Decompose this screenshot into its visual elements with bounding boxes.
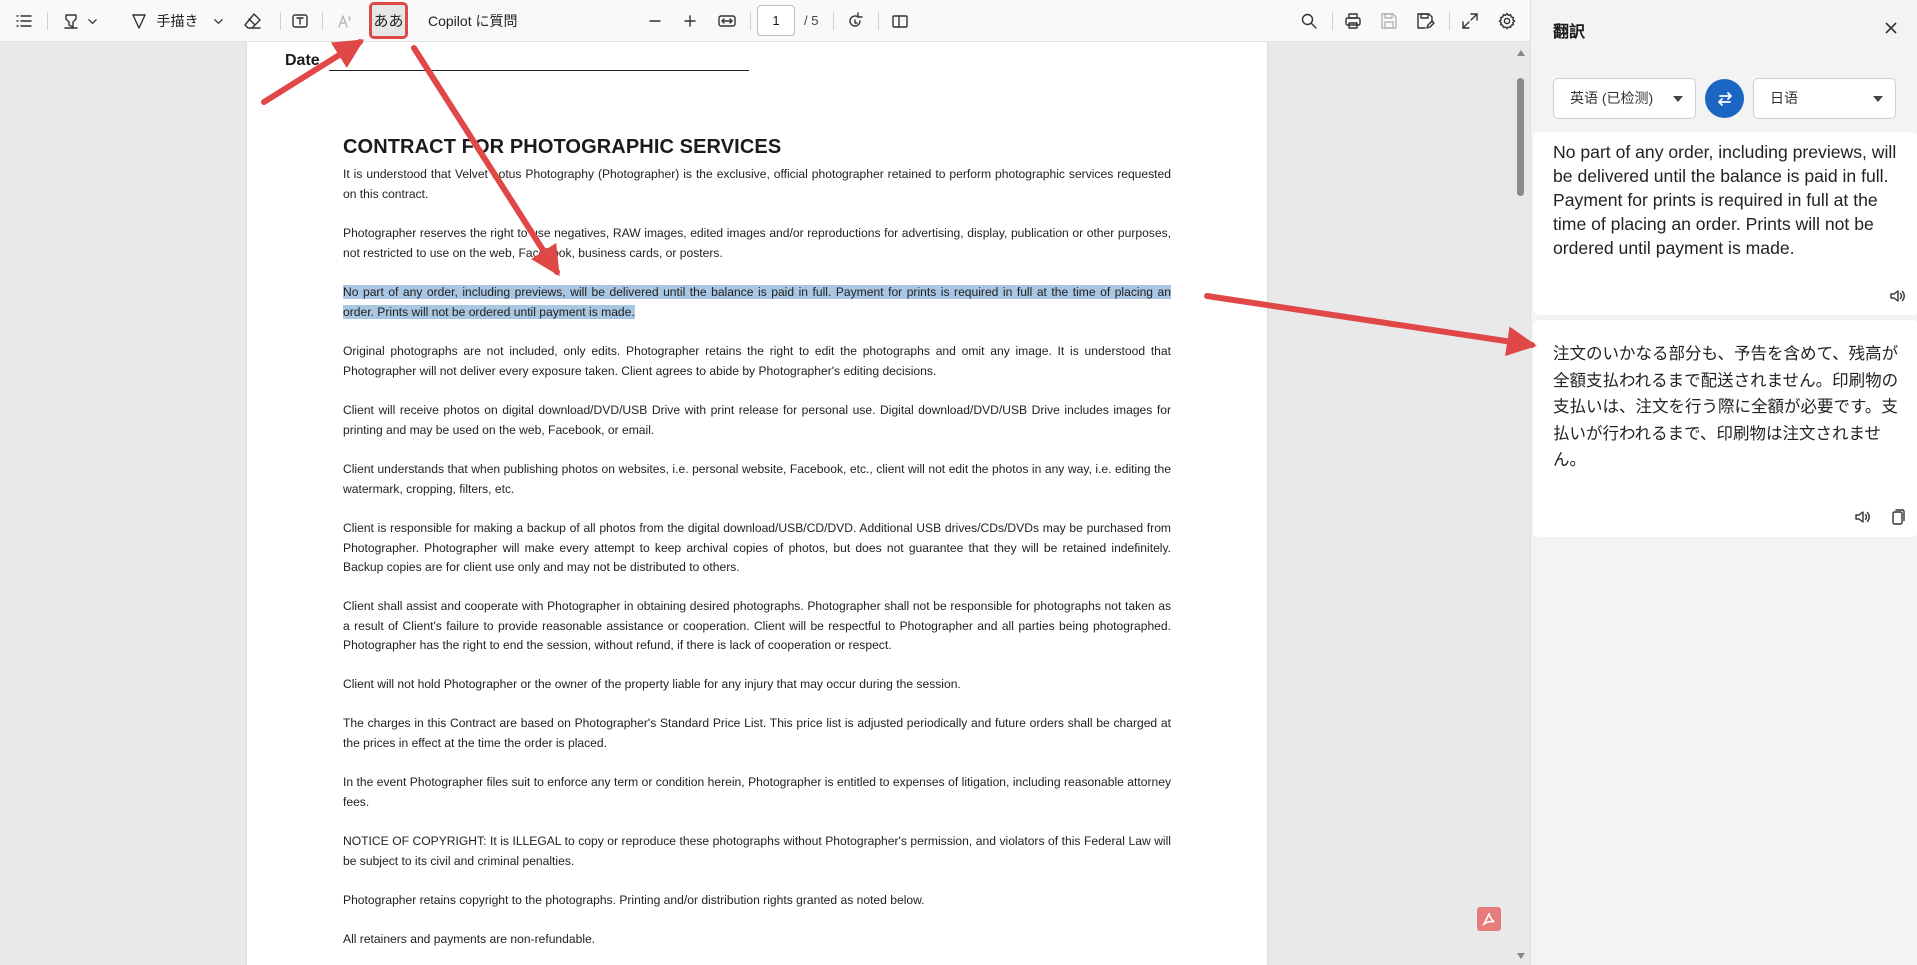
document-title: CONTRACT FOR PHOTOGRAPHIC SERVICES <box>343 136 782 158</box>
translation-speaker-button[interactable] <box>1851 506 1873 528</box>
paragraph-8: Client shall assist and cooperate with P… <box>343 599 1171 653</box>
swap-languages-button[interactable] <box>1705 79 1744 118</box>
source-language-label: 英语 (已检测) <box>1570 90 1654 106</box>
text-box-icon <box>292 14 308 28</box>
date-underline <box>329 70 749 71</box>
rotate-button[interactable] <box>842 6 868 36</box>
fullscreen-button[interactable] <box>1457 6 1483 36</box>
paragraph-1: It is understood that Velvet Lotus Photo… <box>343 167 1171 201</box>
panel-title: 翻訳 <box>1553 24 1586 41</box>
pen-icon <box>131 14 146 29</box>
save-as-icon <box>1417 13 1435 29</box>
paragraph-10: The charges in this Contract are based o… <box>343 716 1171 750</box>
scrollbar-thumb[interactable] <box>1517 78 1524 196</box>
paragraph-5: Client will receive photos on digital do… <box>343 403 1171 437</box>
paragraph-11: In the event Photographer files suit to … <box>343 775 1171 809</box>
copy-button[interactable] <box>1886 506 1908 528</box>
print-icon <box>1345 13 1361 29</box>
date-label: Date <box>285 52 320 69</box>
translation-panel: 翻訳 英语 (已检测) 日语 No part of any order, inc… <box>1530 0 1917 965</box>
chevron-down-icon <box>213 18 223 24</box>
copilot-ask-button[interactable]: Copilot に質問 <box>420 6 530 36</box>
close-button[interactable] <box>1879 16 1903 40</box>
paragraph-13: Photographer retains copyright to the ph… <box>343 893 925 907</box>
speaker-icon <box>1890 290 1905 302</box>
paragraph-selected[interactable]: No part of any order, including previews… <box>343 283 1171 322</box>
paragraph-2: Photographer reserves the right to use n… <box>343 226 1171 260</box>
document-viewer[interactable]: Date CONTRACT FOR PHOTOGRAPHIC SERVICES … <box>0 42 1530 965</box>
paragraph-4: Original photographs are not included, o… <box>343 344 1171 378</box>
toolbar: 手描き ああ Copilot に質問 1 / 5 <box>0 0 1530 42</box>
draw-label: 手描き <box>156 13 199 29</box>
settings-button[interactable] <box>1494 6 1520 36</box>
close-icon <box>1885 22 1897 34</box>
paragraph-6: Client understands that when publishing … <box>343 462 1171 496</box>
save-button[interactable] <box>1376 6 1402 36</box>
fit-width-button[interactable] <box>714 6 740 36</box>
caret-down-icon <box>1873 96 1883 102</box>
paragraph-9: Client will not hold Photographer or the… <box>343 677 961 691</box>
gear-icon <box>1498 12 1516 30</box>
target-language-label: 日语 <box>1770 90 1798 106</box>
source-text: No part of any order, including previews… <box>1553 142 1897 258</box>
source-text-card: No part of any order, including previews… <box>1533 132 1917 315</box>
plus-icon <box>684 15 696 27</box>
draw-button[interactable]: 手描き <box>124 6 228 36</box>
translation-card: 注文のいかなる部分も、予告を含めて、残高が全額支払われるまで配送されません。印刷… <box>1533 320 1917 537</box>
eraser-button[interactable] <box>240 6 266 36</box>
translate-button[interactable]: ああ <box>369 2 408 39</box>
rotate-icon <box>849 12 863 27</box>
highlight-button[interactable] <box>56 6 102 36</box>
read-aloud-icon <box>338 15 351 28</box>
page-view-icon <box>892 15 908 28</box>
contents-icon[interactable] <box>12 6 36 36</box>
selected-text[interactable]: No part of any order, including previews… <box>343 285 1171 319</box>
copilot-label: Copilot に質問 <box>428 13 518 29</box>
save-as-button[interactable] <box>1412 6 1438 36</box>
highlighter-icon <box>63 14 78 29</box>
translated-text: 注文のいかなる部分も、予告を含めて、残高が全額支払われるまで配送されません。印刷… <box>1553 344 1899 469</box>
page-number-input[interactable]: 1 <box>757 5 795 36</box>
vertical-scrollbar[interactable] <box>1512 42 1530 965</box>
text-box-button[interactable] <box>287 6 313 36</box>
fit-width-icon <box>718 15 736 27</box>
pdf-icon[interactable] <box>1477 907 1501 931</box>
search-button[interactable] <box>1296 6 1322 36</box>
source-language-select[interactable]: 英语 (已检测) <box>1553 78 1696 119</box>
translate-icon: ああ <box>373 13 404 30</box>
caret-down-icon <box>1673 96 1683 102</box>
speaker-icon <box>1855 511 1870 523</box>
pdf-page[interactable]: Date CONTRACT FOR PHOTOGRAPHIC SERVICES … <box>247 42 1267 965</box>
chevron-down-icon <box>87 18 97 24</box>
eraser-icon <box>244 13 261 29</box>
paragraph-7: Client is responsible for making a backu… <box>343 521 1171 575</box>
paragraph-12: NOTICE OF COPYRIGHT: It is ILLEGAL to co… <box>343 834 1171 868</box>
scroll-down-arrow[interactable] <box>1517 953 1525 959</box>
expand-icon <box>1462 13 1478 29</box>
zoom-out-button[interactable] <box>643 6 667 36</box>
read-aloud-button[interactable] <box>332 6 358 36</box>
target-language-select[interactable]: 日语 <box>1753 78 1896 119</box>
scroll-up-arrow[interactable] <box>1517 50 1525 56</box>
page-total: / 5 <box>804 13 819 28</box>
minus-icon <box>649 20 661 22</box>
paragraph-14: All retainers and payments are non-refun… <box>343 932 596 946</box>
source-speaker-button[interactable] <box>1886 285 1908 307</box>
save-icon <box>1381 13 1397 29</box>
copy-icon <box>1892 509 1905 525</box>
swap-icon <box>1717 91 1732 106</box>
search-icon <box>1301 13 1317 29</box>
page-view-button[interactable] <box>887 6 913 36</box>
zoom-in-button[interactable] <box>678 6 702 36</box>
print-button[interactable] <box>1340 6 1366 36</box>
